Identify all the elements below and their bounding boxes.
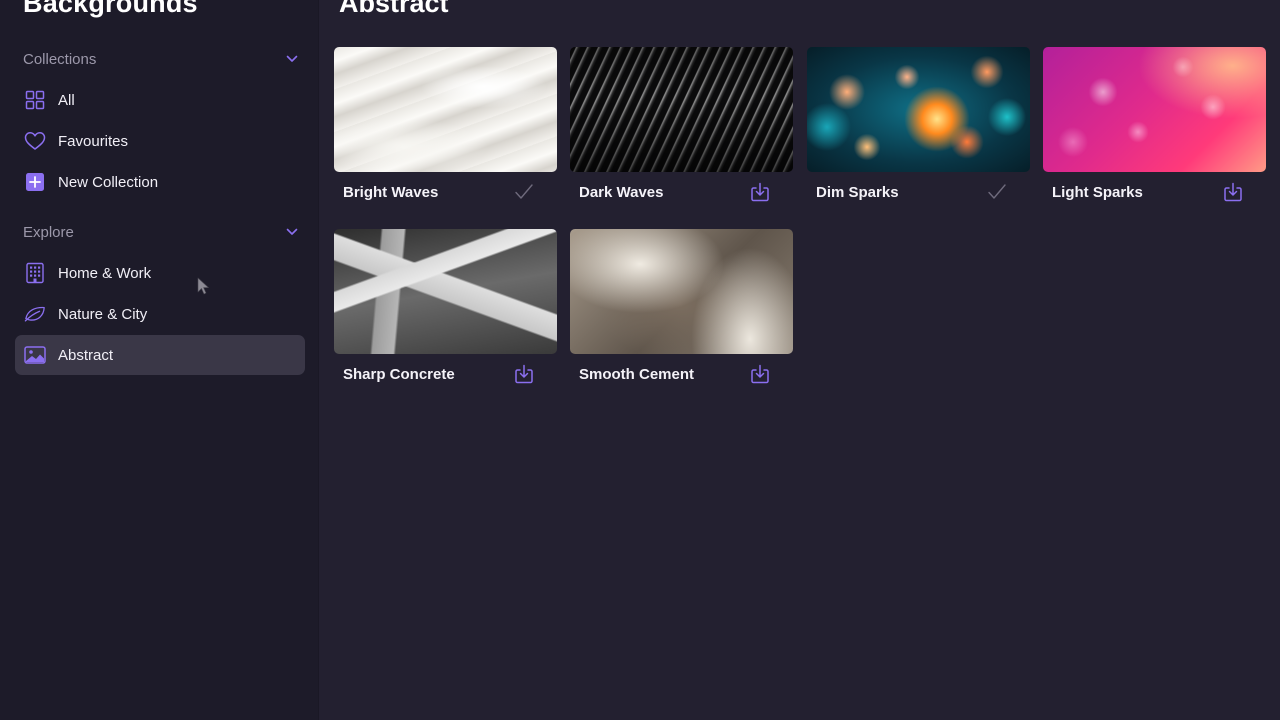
image-icon [24,344,46,366]
wallpaper-name: Sharp Concrete [343,365,455,383]
collections-header[interactable]: Collections [23,48,299,70]
chevron-down-icon[interactable] [285,52,299,66]
sidebar-item-label: New Collection [58,173,159,191]
wallpaper-name: Dim Sparks [816,183,899,201]
wallpaper-name: Smooth Cement [579,365,695,383]
wallpaper-card[interactable]: Light Sparks [1043,47,1266,207]
mouse-cursor-icon [197,277,209,295]
explore-header-label: Explore [23,223,74,241]
download-icon[interactable] [1222,181,1244,203]
leaf-icon [24,303,46,325]
page-title: Abstract [339,0,449,18]
wallpaper-card[interactable]: Dim Sparks [807,47,1030,207]
checkmark-icon [513,181,535,203]
wallpaper-thumbnail[interactable] [334,47,557,172]
download-icon[interactable] [749,363,771,385]
download-icon[interactable] [513,363,535,385]
chevron-down-icon[interactable] [285,225,299,239]
sidebar: Backgrounds Collections All Favourites N… [0,0,319,720]
wallpaper-name: Light Sparks [1052,183,1143,201]
wallpaper-card[interactable]: Smooth Cement [570,229,793,389]
sidebar-item-label: Home & Work [58,264,152,282]
sidebar-item-all[interactable]: All [15,80,305,120]
checkmark-icon [986,181,1008,203]
heart-icon [24,130,46,152]
plus-square-icon [24,171,46,193]
collections-header-label: Collections [23,50,97,68]
explore-header[interactable]: Explore [23,221,299,243]
main-content: Abstract Bright Waves Dark Waves Dim Spa… [320,0,1280,720]
wallpaper-thumbnail[interactable] [334,229,557,354]
grid-icon [24,89,46,111]
sidebar-item-home-work[interactable]: Home & Work [15,253,305,293]
wallpaper-card[interactable]: Bright Waves [334,47,557,207]
sidebar-item-abstract[interactable]: Abstract [15,335,305,375]
app-title: Backgrounds [23,0,198,18]
sidebar-item-new-collection[interactable]: New Collection [15,162,305,202]
building-icon [24,262,46,284]
sidebar-item-label: Abstract [58,346,114,364]
wallpaper-thumbnail[interactable] [1043,47,1266,172]
download-icon[interactable] [749,181,771,203]
app-window: Backgrounds Collections All Favourites N… [0,0,1280,720]
wallpaper-thumbnail[interactable] [570,229,793,354]
sidebar-item-label: All [58,91,75,109]
wallpaper-card[interactable]: Sharp Concrete [334,229,557,389]
sidebar-item-label: Favourites [58,132,129,150]
wallpaper-name: Dark Waves [579,183,664,201]
sidebar-item-nature-city[interactable]: Nature & City [15,294,305,334]
wallpaper-thumbnail[interactable] [570,47,793,172]
sidebar-item-label: Nature & City [58,305,148,323]
wallpaper-card[interactable]: Dark Waves [570,47,793,207]
sidebar-item-favourites[interactable]: Favourites [15,121,305,161]
wallpaper-name: Bright Waves [343,183,439,201]
wallpaper-thumbnail[interactable] [807,47,1030,172]
